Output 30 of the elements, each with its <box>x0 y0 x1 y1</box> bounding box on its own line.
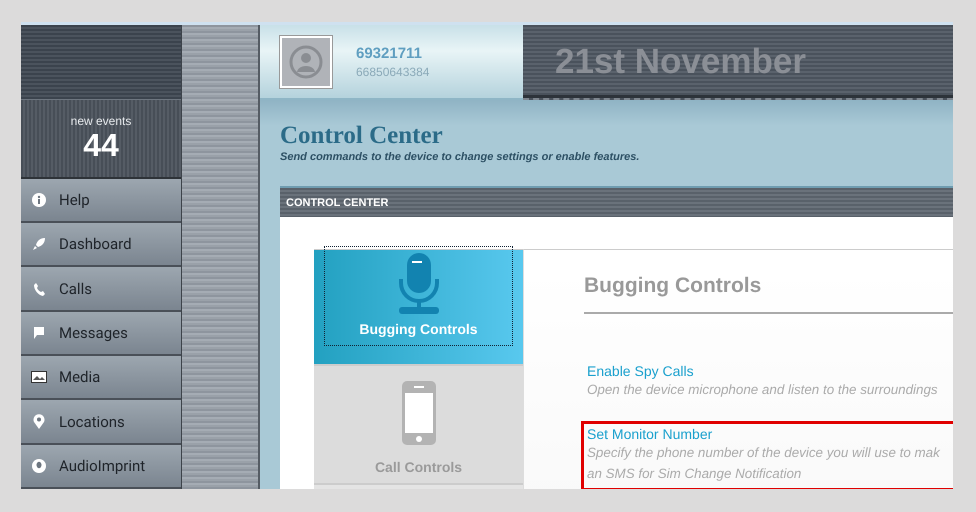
chat-icon <box>31 326 47 340</box>
nav-item[interactable]: AudioImprint <box>21 444 181 489</box>
device-name: 69321711 <box>356 44 423 62</box>
date-text: 21st November <box>555 42 806 82</box>
device-number: 66850643384 <box>356 64 430 78</box>
command-link[interactable]: Enable Spy Calls <box>587 363 953 379</box>
avatar-icon <box>280 36 332 88</box>
nav-item[interactable]: Calls <box>21 267 181 312</box>
command-description: an SMS for Sim Change Notification <box>587 465 802 483</box>
nav-item[interactable]: Messages <box>21 312 181 356</box>
voice-icon <box>31 458 47 473</box>
nav-item[interactable]: Help <box>21 178 181 223</box>
pin-icon <box>31 414 47 430</box>
command-link[interactable]: Set Monitor Number <box>587 426 953 442</box>
microphone-icon <box>396 253 440 315</box>
command-description: Specify the phone number of the device you will use to mak <box>587 444 942 462</box>
page-title: Control Center <box>280 122 444 150</box>
image-icon <box>31 371 47 384</box>
nav-item[interactable]: Media <box>21 356 181 400</box>
smartphone-icon <box>402 381 436 445</box>
page-subtitle: Send commands to the device to change settings or enable features. <box>280 151 640 163</box>
section-heading: Bugging Controls <box>584 250 953 314</box>
command-description: Open the device microphone and listen to the surroundings <box>587 381 939 399</box>
info-icon <box>31 192 47 207</box>
nav-item[interactable]: Locations <box>21 400 181 445</box>
panel-title: CONTROL CENTER <box>286 196 388 208</box>
events-count: 44 <box>83 128 119 162</box>
events-label: new events <box>70 114 132 128</box>
nav-item[interactable]: Dashboard <box>21 222 181 268</box>
phone-icon <box>31 282 47 296</box>
